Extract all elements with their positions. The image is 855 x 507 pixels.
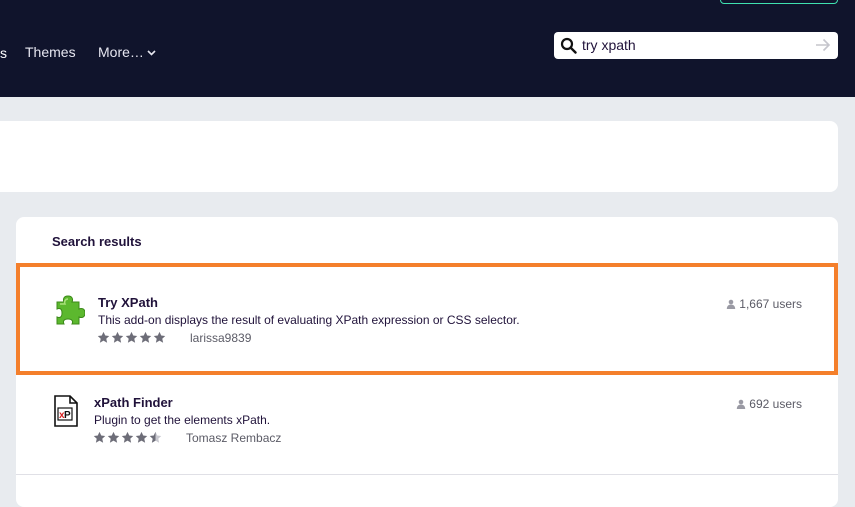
star-icon <box>125 331 138 343</box>
user-icon <box>737 399 746 409</box>
star-half-icon <box>149 431 162 443</box>
user-count-label: 1,667 users <box>739 297 802 311</box>
star-icon <box>97 331 110 343</box>
result-description: This add-on displays the result of evalu… <box>98 313 520 327</box>
star-icon <box>111 331 124 343</box>
nav-more-label: More… <box>98 44 144 60</box>
star-icon <box>139 331 152 343</box>
xpath-document-icon: x P <box>54 395 78 427</box>
arrow-right-icon[interactable] <box>815 38 831 52</box>
search-input[interactable] <box>582 36 802 54</box>
search-box[interactable] <box>554 32 838 59</box>
result-name[interactable]: Try XPath <box>98 295 158 310</box>
result-name[interactable]: xPath Finder <box>94 395 173 410</box>
result-item-try-xpath[interactable]: Try XPath This add-on displays the resul… <box>16 263 838 375</box>
star-icon <box>93 431 106 443</box>
star-icon <box>153 331 166 343</box>
rating-stars <box>93 431 162 444</box>
search-results-panel: Search results Try XPath This add-on dis… <box>16 217 838 507</box>
svg-text:P: P <box>64 410 71 421</box>
result-description: Plugin to get the elements xPath. <box>94 413 271 427</box>
site-header: s Themes More… <box>0 0 855 97</box>
user-count: 692 users <box>736 397 802 411</box>
result-author[interactable]: larissa9839 <box>190 331 251 345</box>
result-item-xpath-finder[interactable]: x P xPath Finder Plugin to get the eleme… <box>16 375 838 475</box>
rating-stars <box>97 331 166 344</box>
search-icon <box>560 37 577 54</box>
nav-overflow-edge: s <box>0 45 7 61</box>
user-icon <box>727 299 736 309</box>
user-count-label: 692 users <box>749 397 802 411</box>
star-icon <box>107 431 120 443</box>
user-count: 1,667 users <box>726 297 802 311</box>
nav-themes-link[interactable]: Themes <box>25 43 76 61</box>
result-author[interactable]: Tomasz Rembacz <box>186 431 281 445</box>
star-icon <box>135 431 148 443</box>
star-icon <box>121 431 134 443</box>
nav-more-menu[interactable]: More… <box>98 43 156 61</box>
puzzle-piece-icon <box>56 295 85 325</box>
chevron-down-icon <box>147 50 156 56</box>
results-heading: Search results <box>52 234 142 249</box>
header-action-button[interactable] <box>720 0 838 4</box>
filter-panel <box>0 121 838 192</box>
